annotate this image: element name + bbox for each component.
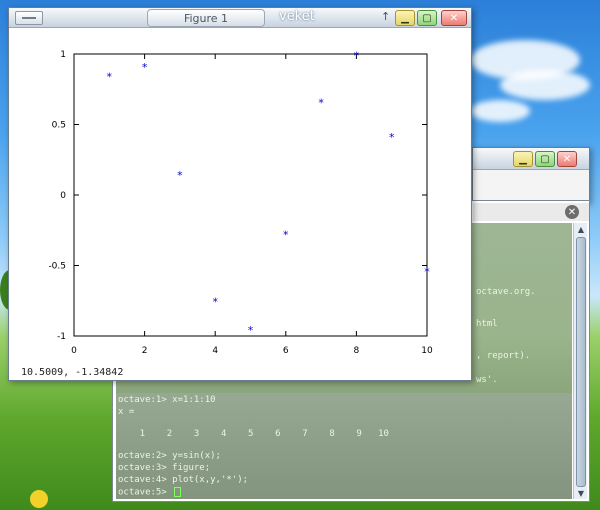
cloud (500, 70, 590, 100)
data-point: * (424, 266, 430, 279)
scroll-thumb[interactable] (576, 237, 586, 487)
console-prompt[interactable]: octave:5> (118, 487, 182, 498)
window-menu-button[interactable] (15, 11, 43, 25)
x-tick-label: 2 (142, 346, 148, 356)
close-button[interactable]: ✕ (557, 151, 577, 167)
data-point: * (107, 70, 113, 83)
figure-titlebar[interactable]: Figure 1 veket ↑ ▁ ▢ ✕ (9, 8, 471, 28)
x-tick-label: 10 (421, 346, 433, 356)
close-icon[interactable]: ✕ (565, 205, 579, 219)
console-text: html (476, 319, 498, 329)
minimize-button[interactable]: ▁ (395, 10, 415, 26)
prompt-text: octave:5> (118, 487, 173, 498)
close-button[interactable]: ✕ (441, 10, 467, 26)
cloud (470, 100, 530, 122)
y-tick-label: 0.5 (52, 121, 66, 131)
console-text: , report). (476, 351, 531, 361)
coordinate-readout: 10.5009, -1.34842 (21, 367, 124, 378)
console-text: ws'. (476, 375, 498, 385)
scatter-chart: 0 2 4 6 8 10 -1 -0.5 0 0.5 1 * * * * * * * * * * (48, 49, 433, 356)
plot-frame (73, 53, 428, 337)
data-point: * (283, 228, 289, 241)
x-tick-label: 6 (283, 346, 289, 356)
maximize-button[interactable]: ▢ (417, 10, 437, 26)
console-line: octave:1> x=1:1:10 (118, 395, 216, 405)
close-icon: ✕ (562, 153, 572, 165)
y-tick-label: -0.5 (48, 262, 66, 272)
console-line: octave:4> plot(x,y,'*'); (118, 475, 249, 485)
window-menu-icon (22, 17, 36, 19)
x-tick-label: 4 (212, 346, 218, 356)
console-line: 1 2 3 4 5 6 7 8 9 10 (118, 429, 389, 439)
maximize-icon: ▢ (540, 153, 550, 165)
x-tick-label: 8 (354, 346, 360, 356)
console-line: x = (118, 407, 135, 417)
arrow-up-icon[interactable]: ↑ (381, 10, 390, 23)
figure-window: Figure 1 veket ↑ ▁ ▢ ✕ 0 2 4 6 8 10 -1 -0.5 0 0.5… (8, 7, 472, 381)
text-cursor (174, 487, 182, 497)
console-toolbar: ✕ (473, 203, 589, 221)
terminal-menu-strip (473, 170, 589, 202)
terminal-window: ▁ ▢ ✕ (472, 147, 590, 203)
console-line: octave:2> y=sin(x); (118, 451, 221, 461)
terminal-titlebar[interactable]: ▁ ▢ ✕ (473, 148, 589, 170)
data-point: * (354, 49, 360, 62)
data-point: * (248, 324, 254, 337)
maximize-icon: ▢ (422, 12, 432, 24)
x-tick-label: 0 (71, 346, 77, 356)
vertical-scrollbar[interactable]: ▲ ▼ (573, 223, 587, 499)
y-tick-label: 0 (60, 191, 66, 201)
data-point: * (142, 61, 148, 74)
close-icon: ✕ (449, 12, 459, 24)
console-text: octave.org. (476, 287, 536, 297)
window-title: Figure 1 (147, 9, 265, 27)
minimize-icon: ▁ (519, 153, 527, 165)
y-tick-label: 1 (60, 50, 66, 60)
scroll-up-icon[interactable]: ▲ (576, 224, 586, 234)
data-point: * (177, 169, 183, 182)
data-point: * (212, 296, 218, 309)
y-tick-label: -1 (57, 332, 66, 342)
flower (30, 490, 48, 508)
scroll-down-icon[interactable]: ▼ (576, 488, 586, 498)
data-point: * (318, 96, 324, 109)
maximize-button[interactable]: ▢ (535, 151, 555, 167)
minimize-button[interactable]: ▁ (513, 151, 533, 167)
plot-area[interactable]: 0 2 4 6 8 10 -1 -0.5 0 0.5 1 * * * * * * * * * * 10.5009, -1… (9, 28, 471, 380)
minimize-icon: ▁ (401, 12, 409, 24)
data-point: * (389, 131, 395, 144)
console-line: octave:3> figure; (118, 463, 211, 473)
desktop-title-text: veket (279, 9, 315, 24)
